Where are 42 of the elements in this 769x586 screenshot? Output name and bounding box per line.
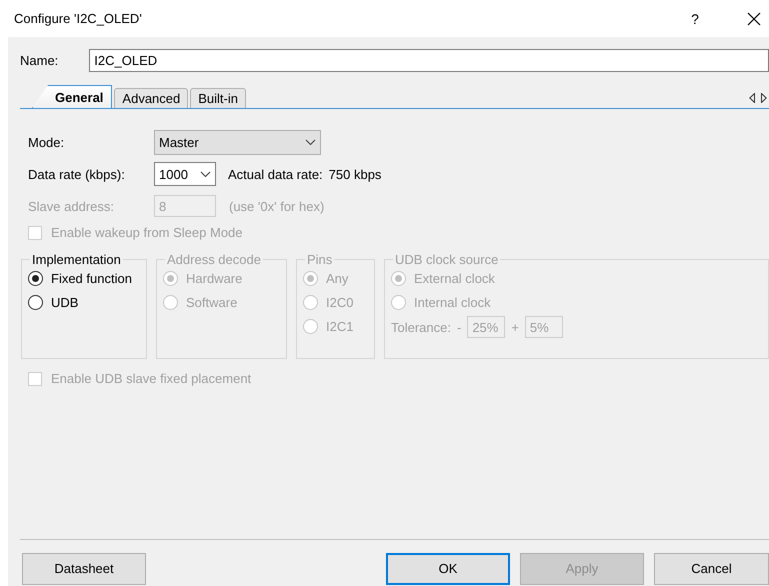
data-rate-label: Data rate (kbps): <box>28 166 126 182</box>
radio-label: Hardware <box>186 271 242 286</box>
plus-sign: + <box>511 320 519 334</box>
checkbox-label: Enable UDB slave fixed placement <box>51 371 252 386</box>
group-title: Pins <box>306 252 334 267</box>
radio-button[interactable] <box>28 295 43 310</box>
data-rate-combobox[interactable]: 1000 <box>154 162 216 186</box>
radio-label: Internal clock <box>414 295 491 310</box>
chevron-down-icon <box>305 138 316 146</box>
window-title: Configure 'I2C_OLED' <box>14 11 143 26</box>
scroll-left-icon[interactable] <box>749 93 755 103</box>
actual-rate-label: Actual data rate: <box>228 166 323 182</box>
radio-label: I2C0 <box>326 295 354 310</box>
hex-hint: (use '0x' for hex) <box>229 198 324 214</box>
datasheet-button[interactable]: Datasheet <box>22 552 146 584</box>
checkbox-label: Enable wakeup from Sleep Mode <box>51 225 243 240</box>
mode-dropdown[interactable]: Master <box>154 130 321 154</box>
group-title: UDB clock source <box>394 252 500 267</box>
group-title: Address decode <box>166 252 262 267</box>
radio-button[interactable] <box>28 271 43 286</box>
name-field[interactable]: I2C_OLED <box>89 48 769 72</box>
group-title: Implementation <box>31 252 122 267</box>
radio-label: Fixed function <box>51 271 132 286</box>
radio-label: External clock <box>414 271 495 286</box>
tab[interactable]: Advanced <box>114 88 188 108</box>
slave-address-label: Slave address: <box>28 198 115 214</box>
radio-label: Any <box>326 271 348 286</box>
dialog-button[interactable]: OK <box>386 552 510 584</box>
minus-sign: - <box>456 320 462 334</box>
radio-label: UDB <box>51 295 78 310</box>
actual-rate-value: 750 kbps <box>328 166 382 182</box>
scroll-right-icon[interactable] <box>761 93 767 103</box>
tab[interactable]: General <box>32 85 112 108</box>
tolerance-label: Tolerance: <box>391 320 451 334</box>
radio-label: Software <box>186 295 238 310</box>
help-button[interactable]: ? <box>685 10 705 26</box>
name-label: Name: <box>20 52 58 68</box>
tab[interactable]: Built-in <box>190 88 246 108</box>
radio-label: I2C1 <box>326 319 354 334</box>
mode-label: Mode: <box>28 134 66 150</box>
chevron-down-icon <box>200 170 211 178</box>
dialog-button[interactable]: Cancel <box>654 552 769 584</box>
